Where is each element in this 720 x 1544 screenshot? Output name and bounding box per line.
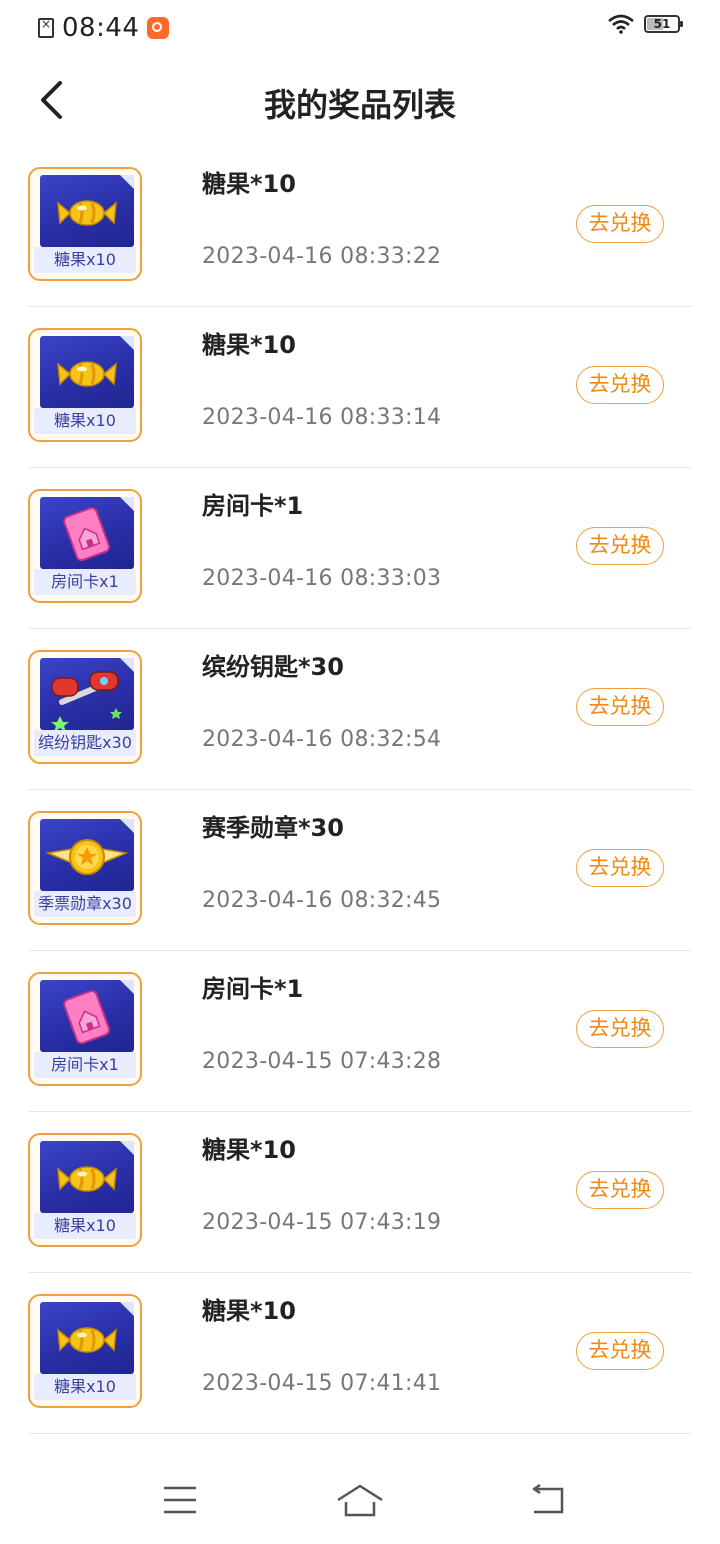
prize-image (40, 1141, 134, 1213)
prize-time: 2023-04-15 07:43:28 (202, 1049, 442, 1074)
key-icon (51, 671, 122, 730)
page-title: 我的奖品列表 (263, 86, 456, 124)
prize-thumbnail: 房间卡x1 (28, 489, 142, 603)
home-button[interactable] (330, 1478, 390, 1522)
page-header: 我的奖品列表 (0, 62, 720, 142)
room-card-icon (63, 990, 111, 1045)
prize-time: 2023-04-16 08:33:22 (202, 244, 442, 269)
wifi-icon (608, 14, 634, 34)
status-left: 08:44 (38, 12, 170, 44)
menu-icon (164, 1486, 196, 1514)
prize-name: 糖果*10 (202, 331, 296, 359)
medal-icon (45, 839, 129, 875)
prize-name: 房间卡*1 (202, 975, 304, 1003)
prize-name: 赛季勋章*30 (202, 814, 344, 842)
battery-icon: 51 (644, 15, 683, 33)
status-bar: 08:44 51 (0, 0, 720, 56)
prize-image (40, 175, 134, 247)
battery-text: 51 (653, 17, 671, 31)
prize-thumb-label: 缤纷钥匙x30 (34, 730, 136, 756)
return-icon (532, 1484, 564, 1514)
prize-name: 缤纷钥匙*30 (202, 653, 344, 681)
prize-name: 糖果*10 (202, 1136, 296, 1164)
prize-time: 2023-04-16 08:33:14 (202, 405, 442, 430)
prize-thumb-label: 房间卡x1 (34, 1052, 136, 1078)
redeem-button[interactable]: 去兑换 (576, 205, 664, 243)
candy-icon (57, 1327, 117, 1353)
prize-thumb-label: 季票勋章x30 (34, 891, 136, 917)
prize-row: 房间卡x1 房间卡*1 2023-04-16 08:33:03 去兑换 (28, 468, 692, 629)
system-nav-bar (0, 1460, 720, 1544)
prize-thumbnail: 糖果x10 (28, 328, 142, 442)
prize-thumbnail: 糖果x10 (28, 167, 142, 281)
status-right: 51 (608, 14, 683, 34)
prize-thumb-label: 糖果x10 (34, 408, 136, 434)
prize-image (40, 980, 134, 1052)
prize-time: 2023-04-16 08:33:03 (202, 566, 442, 591)
redeem-button[interactable]: 去兑换 (576, 366, 664, 404)
prize-time: 2023-04-16 08:32:45 (202, 888, 442, 913)
no-sim-icon (38, 17, 54, 38)
prize-time: 2023-04-16 08:32:54 (202, 727, 442, 752)
prize-image (40, 658, 134, 730)
status-time: 08:44 (62, 13, 140, 43)
prize-image (40, 1302, 134, 1374)
prize-row: 糖果x10 糖果*10 2023-04-15 07:43:19 去兑换 (28, 1112, 692, 1273)
redeem-button[interactable]: 去兑换 (576, 1332, 664, 1370)
prize-name: 糖果*10 (202, 1297, 296, 1325)
prize-name: 房间卡*1 (202, 492, 304, 520)
prize-image (40, 336, 134, 408)
prize-name: 糖果*10 (202, 170, 296, 198)
redeem-button[interactable]: 去兑换 (576, 527, 664, 565)
prize-thumb-label: 房间卡x1 (34, 569, 136, 595)
prize-list: 糖果x10 糖果*10 2023-04-16 08:33:22 去兑换 糖果x1… (28, 146, 692, 1434)
prize-thumb-label: 糖果x10 (34, 247, 136, 273)
home-icon (337, 1484, 383, 1517)
redeem-button[interactable]: 去兑换 (576, 688, 664, 726)
room-card-icon (63, 507, 111, 562)
prize-time: 2023-04-15 07:41:41 (202, 1371, 442, 1396)
prize-thumbnail: 糖果x10 (28, 1294, 142, 1408)
prize-row: 季票勋章x30 赛季勋章*30 2023-04-16 08:32:45 去兑换 (28, 790, 692, 951)
prize-thumbnail: 缤纷钥匙x30 (28, 650, 142, 764)
redeem-button[interactable]: 去兑换 (576, 849, 664, 887)
prize-thumbnail: 糖果x10 (28, 1133, 142, 1247)
candy-icon (57, 361, 117, 387)
redeem-button[interactable]: 去兑换 (576, 1010, 664, 1048)
prize-thumbnail: 季票勋章x30 (28, 811, 142, 925)
prize-row: 糖果x10 糖果*10 2023-04-15 07:41:41 去兑换 (28, 1273, 692, 1434)
prize-image (40, 497, 134, 569)
prize-image (40, 819, 134, 891)
prize-row: 糖果x10 糖果*10 2023-04-16 08:33:22 去兑换 (28, 146, 692, 307)
prize-thumb-label: 糖果x10 (34, 1374, 136, 1400)
prize-row: 房间卡x1 房间卡*1 2023-04-15 07:43:28 去兑换 (28, 951, 692, 1112)
prize-thumbnail: 房间卡x1 (28, 972, 142, 1086)
candy-icon (57, 1166, 117, 1192)
redeem-button[interactable]: 去兑换 (576, 1171, 664, 1209)
candy-icon (57, 200, 117, 226)
prize-time: 2023-04-15 07:43:19 (202, 1210, 442, 1235)
prize-row: 缤纷钥匙x30 缤纷钥匙*30 2023-04-16 08:32:54 去兑换 (28, 629, 692, 790)
app-notification-icon (147, 17, 170, 39)
back-nav-button[interactable] (518, 1478, 578, 1522)
menu-button[interactable] (150, 1478, 210, 1522)
prize-thumb-label: 糖果x10 (34, 1213, 136, 1239)
prize-row: 糖果x10 糖果*10 2023-04-16 08:33:14 去兑换 (28, 307, 692, 468)
